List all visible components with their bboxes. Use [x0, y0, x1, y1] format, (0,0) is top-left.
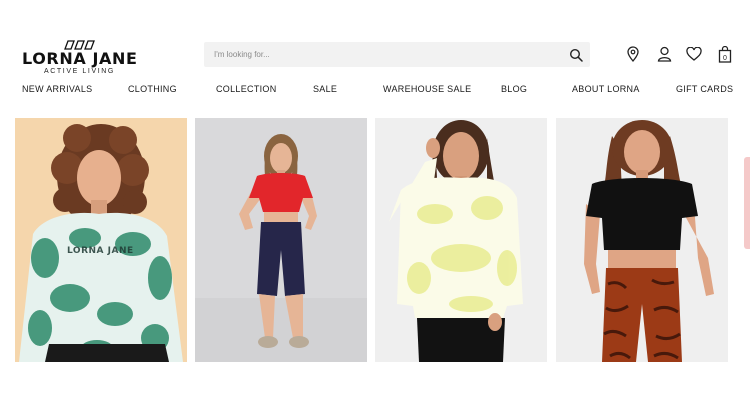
search-icon	[569, 48, 583, 62]
product-card-green-tie-dye[interactable]: LORNA JANE	[15, 118, 187, 362]
product-image	[556, 118, 728, 362]
shopping-bag-button[interactable]: 0	[716, 45, 734, 63]
nav-item-about-lorna[interactable]: ABOUT LORNA	[572, 84, 640, 94]
product-image	[375, 118, 547, 362]
product-card-yellow-tie-dye[interactable]	[375, 118, 547, 362]
account-icon	[657, 46, 671, 62]
side-feedback-tab[interactable]	[744, 157, 750, 249]
bag-count: 0	[723, 54, 727, 61]
main-navigation: NEW ARRIVALS CLOTHING COLLECTION SALE WA…	[22, 84, 733, 100]
brand-tagline: ACTIVE LIVING	[44, 68, 115, 75]
product-card-black-crop-tiger-leggings[interactable]	[556, 118, 728, 362]
nav-item-clothing[interactable]: CLOTHING	[128, 84, 177, 94]
brand-name: LORNA JANE	[22, 49, 138, 68]
heart-icon	[686, 47, 702, 61]
bag-icon: 0	[718, 45, 732, 63]
location-pin-icon	[627, 46, 639, 62]
search-input[interactable]	[204, 42, 554, 67]
product-card-red-crop-top[interactable]	[195, 118, 367, 362]
nav-item-new-arrivals[interactable]: NEW ARRIVALS	[22, 84, 92, 94]
site-header: LORNA JANE ACTIVE LIVING I'm looking for…	[0, 0, 750, 115]
product-image	[15, 118, 187, 362]
nav-item-blog[interactable]: BLOG	[501, 84, 527, 94]
garment-print: LORNA JANE	[67, 246, 134, 256]
account-button[interactable]	[655, 45, 673, 63]
product-grid: LORNA JANE	[0, 118, 750, 362]
search-bar	[204, 42, 590, 67]
product-image	[195, 118, 367, 362]
nav-item-gift-cards[interactable]: GIFT CARDS	[676, 84, 733, 94]
nav-item-warehouse-sale[interactable]: WAREHOUSE SALE	[383, 84, 471, 94]
nav-item-sale[interactable]: SALE	[313, 84, 337, 94]
store-locator-button[interactable]	[624, 45, 642, 63]
wishlist-button[interactable]	[685, 45, 703, 63]
brand-logo[interactable]: LORNA JANE ACTIVE LIVING	[22, 40, 142, 75]
header-icons: 0	[624, 45, 736, 65]
search-button[interactable]	[567, 46, 584, 63]
page-bottom-area	[0, 362, 750, 400]
nav-item-collection[interactable]: COLLECTION	[216, 84, 277, 94]
